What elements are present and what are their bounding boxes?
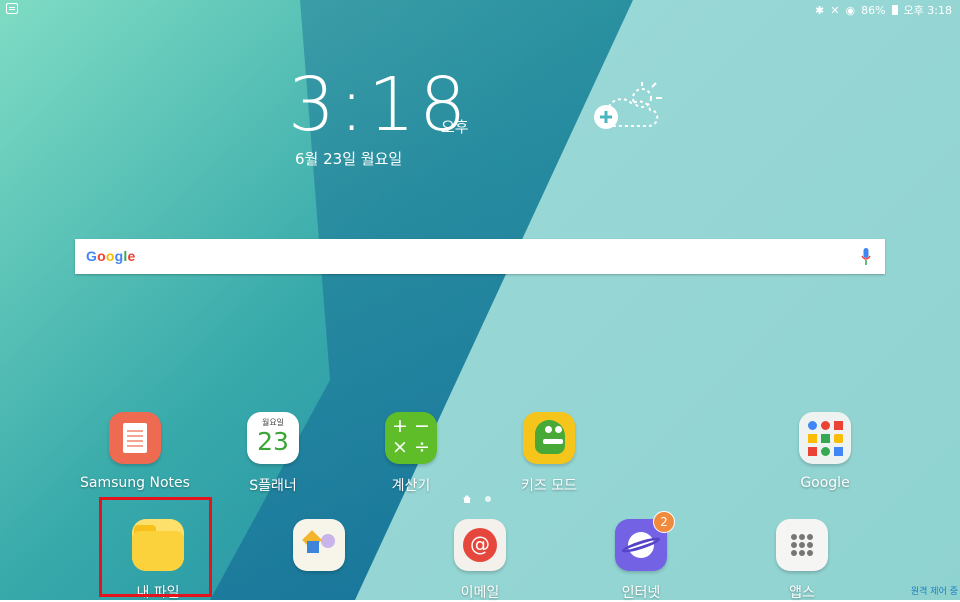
- google-search-bar[interactable]: Google: [75, 239, 885, 274]
- app-kids-mode[interactable]: 키즈 모드: [479, 412, 619, 495]
- email-icon: @: [454, 519, 506, 571]
- kids-mode-dinosaur-icon: [523, 412, 575, 464]
- app-samsung-notes[interactable]: Samsung Notes: [65, 412, 205, 491]
- selection-highlight-box: [99, 497, 212, 597]
- app-s-planner[interactable]: 월요일 23 S플래너: [203, 412, 343, 495]
- app-label: 계산기: [391, 478, 431, 494]
- battery-percent: 86%: [861, 3, 886, 17]
- app-email[interactable]: @ 이메일: [410, 519, 550, 602]
- mute-icon: ✕: [830, 3, 840, 17]
- app-label: S플래너: [249, 478, 297, 494]
- app-label: 이메일: [460, 585, 500, 601]
- calculator-icon: + − × ÷: [385, 412, 437, 464]
- clock-ampm: 오후: [441, 118, 469, 136]
- apps-grid-icon: [776, 519, 828, 571]
- app-label: Samsung Notes: [80, 475, 190, 491]
- app-calculator[interactable]: + − × ÷ 계산기: [341, 412, 481, 495]
- notification-badge: 2: [653, 511, 675, 533]
- status-time: 오후 3:18: [903, 4, 952, 17]
- battery-icon: [891, 5, 898, 15]
- clock-date: 6월 23일 월요일: [295, 150, 403, 168]
- app-label: 인터넷: [621, 585, 661, 601]
- app-label: 앱스: [789, 585, 815, 601]
- gallery-icon: [293, 519, 345, 571]
- bluetooth-icon: ✱: [815, 3, 825, 17]
- google-folder-icon: [799, 412, 851, 464]
- app-label: 키즈 모드: [521, 478, 577, 494]
- wifi-icon: ◉: [845, 3, 856, 17]
- google-logo: Google: [86, 248, 136, 264]
- samsung-notes-icon: [109, 412, 161, 464]
- add-weather-widget[interactable]: [590, 78, 670, 134]
- status-bar: ✱ ✕ ◉ 86% 오후 3:18: [0, 0, 960, 18]
- page-dot: [485, 496, 491, 502]
- page-indicator: [463, 495, 491, 503]
- calendar-icon: 월요일 23: [247, 412, 299, 464]
- app-google-folder[interactable]: Google: [755, 412, 895, 491]
- app-label: Google: [800, 475, 850, 491]
- app-internet[interactable]: 2 인터넷: [571, 511, 711, 602]
- app-apps-drawer[interactable]: 앱스: [732, 519, 872, 602]
- weather-cloud-icon: [594, 82, 662, 129]
- voice-search-mic-icon[interactable]: [861, 248, 871, 266]
- home-page-indicator-icon: [463, 495, 471, 503]
- internet-planet-icon: 2: [615, 511, 675, 571]
- remote-control-indicator: 원격 제어 중: [910, 587, 958, 597]
- app-gallery[interactable]: [249, 519, 389, 582]
- screenshot-notification-icon: [6, 3, 18, 14]
